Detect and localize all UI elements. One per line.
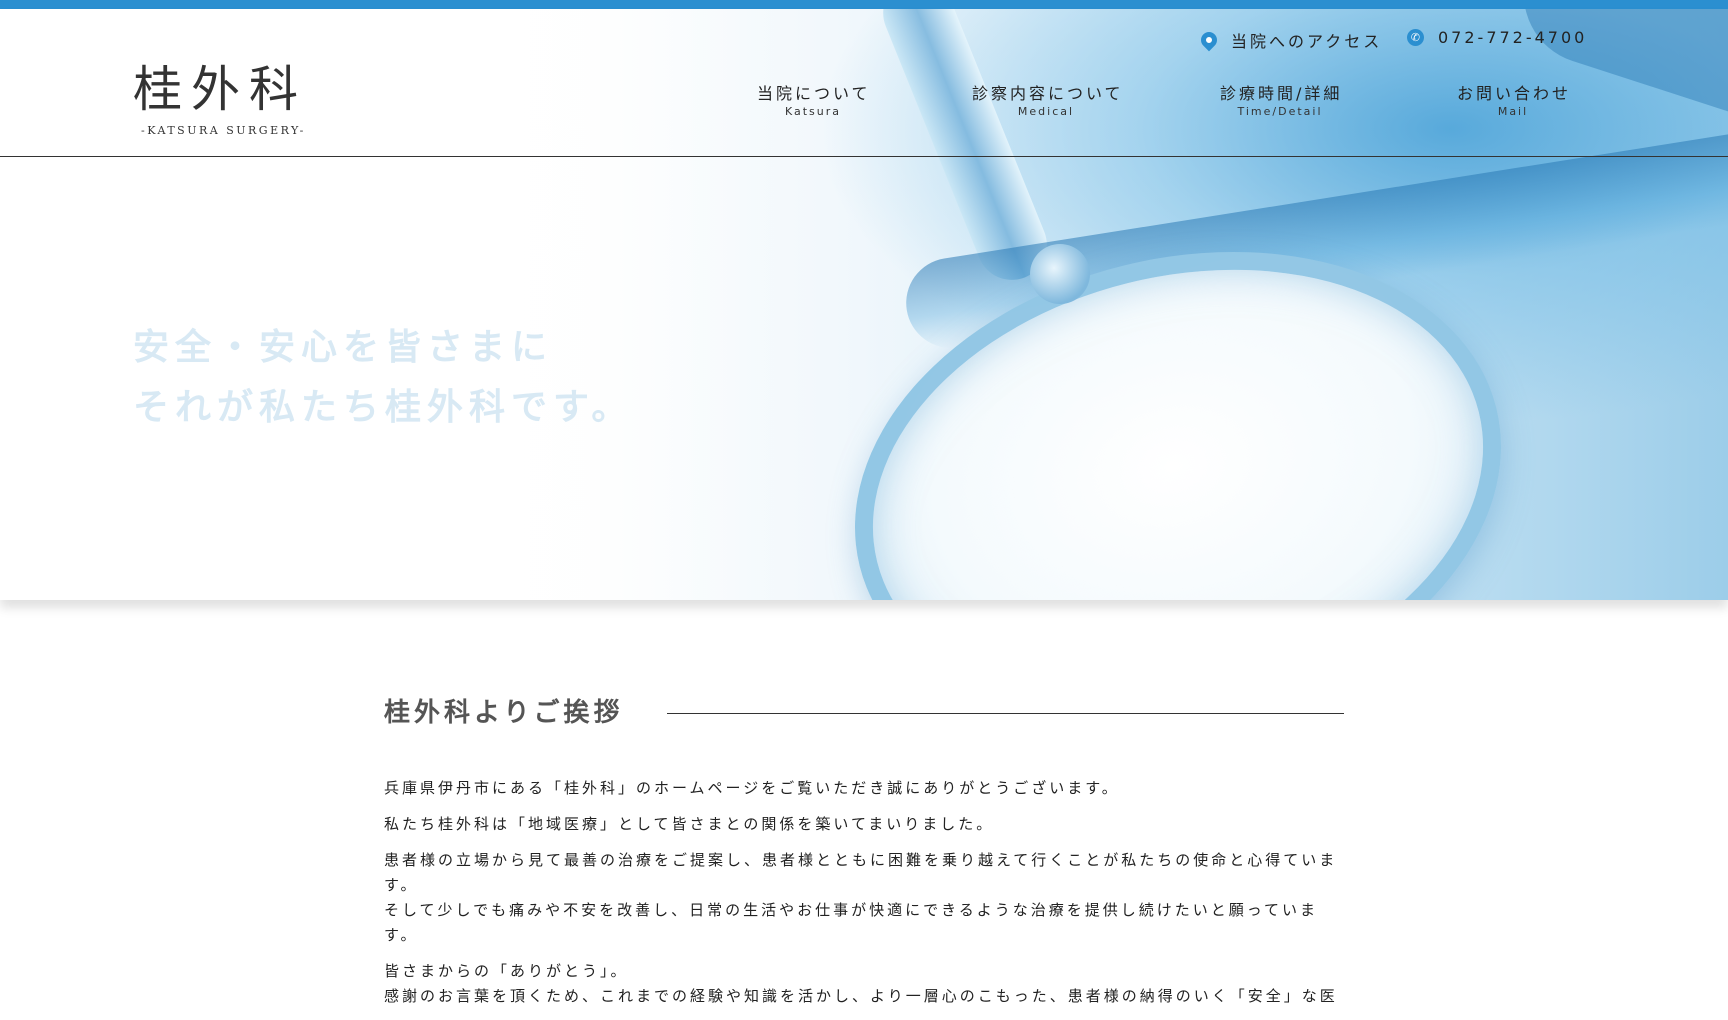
phone-link[interactable]: ✆ 072-772-4700 xyxy=(1407,28,1587,47)
header-divider xyxy=(0,156,1728,157)
nav-item-label: お問い合わせ xyxy=(1457,84,1572,103)
nav-item-label: 診察内容について xyxy=(972,84,1124,103)
nav-item-katsura[interactable]: 当院について Katsura xyxy=(757,80,869,118)
greeting-paragraph: 感謝のお言葉を頂くため、これまでの経験や知識を活かし、より一層心のこもった、患者… xyxy=(384,987,1338,1005)
greeting-title: 桂外科よりご挨拶 xyxy=(384,698,624,728)
greeting-paragraph: 皆さまからの「ありがとう」。 xyxy=(384,962,629,980)
nav-item-label: 当院について xyxy=(757,84,871,103)
nav-item-sublabel: Katsura xyxy=(784,105,842,118)
main-nav: 当院について Katsura 診察内容について Medical 診療時間/詳細 … xyxy=(0,80,1728,120)
greeting-title-rule xyxy=(667,713,1344,714)
phone-number: 072-772-4700 xyxy=(1438,28,1588,47)
greeting-body: 兵庫県伊丹市にある「桂外科」のホームページをご覧いただき誠にありがとうございます… xyxy=(384,776,1344,1020)
phone-icon: ✆ xyxy=(1407,29,1424,46)
nav-item-mail[interactable]: お問い合わせ Mail xyxy=(1457,80,1569,118)
greeting-paragraph: 私たち桂外科は「地域医療」として皆さまとの関係を築いてまいりました。 xyxy=(384,815,995,833)
hero-tagline-line1: 安全・安心を皆さまに xyxy=(133,327,554,368)
nav-item-sublabel: Time/Detail xyxy=(1237,105,1323,118)
top-accent-bar xyxy=(0,0,1728,9)
access-link-label: 当院へのアクセス xyxy=(1231,32,1383,51)
stethoscope-stem-image xyxy=(1030,244,1090,304)
hero-tagline: 安全・安心を皆さまに それが私たち桂外科です。 xyxy=(133,318,633,438)
map-pin-icon xyxy=(1197,28,1221,52)
nav-item-sublabel: Mail xyxy=(1497,105,1529,118)
nav-item-sublabel: Medical xyxy=(1017,105,1075,118)
greeting-paragraph: 兵庫県伊丹市にある「桂外科」のホームページをご覧いただき誠にありがとうございます… xyxy=(384,779,1120,797)
access-link[interactable]: 当院へのアクセス xyxy=(1197,28,1383,52)
nav-item-medical[interactable]: 診察内容について Medical xyxy=(972,80,1124,118)
nav-item-label: 診療時間/詳細 xyxy=(1220,84,1343,103)
hero-tagline-line2: それが私たち桂外科です。 xyxy=(133,387,634,428)
nav-item-time-detail[interactable]: 診療時間/詳細 Time/Detail xyxy=(1220,80,1340,118)
logo-sub-text: -KATSURA SURGERY- xyxy=(141,124,306,137)
greeting-paragraph: そして少しでも痛みや不安を改善し、日常の生活やお仕事が快適にできるような治療を提… xyxy=(384,901,1319,944)
greeting-paragraph: 患者様の立場から見て最善の治療をご提案し、患者様とともに困難を乗り越えて行くこと… xyxy=(384,851,1338,894)
